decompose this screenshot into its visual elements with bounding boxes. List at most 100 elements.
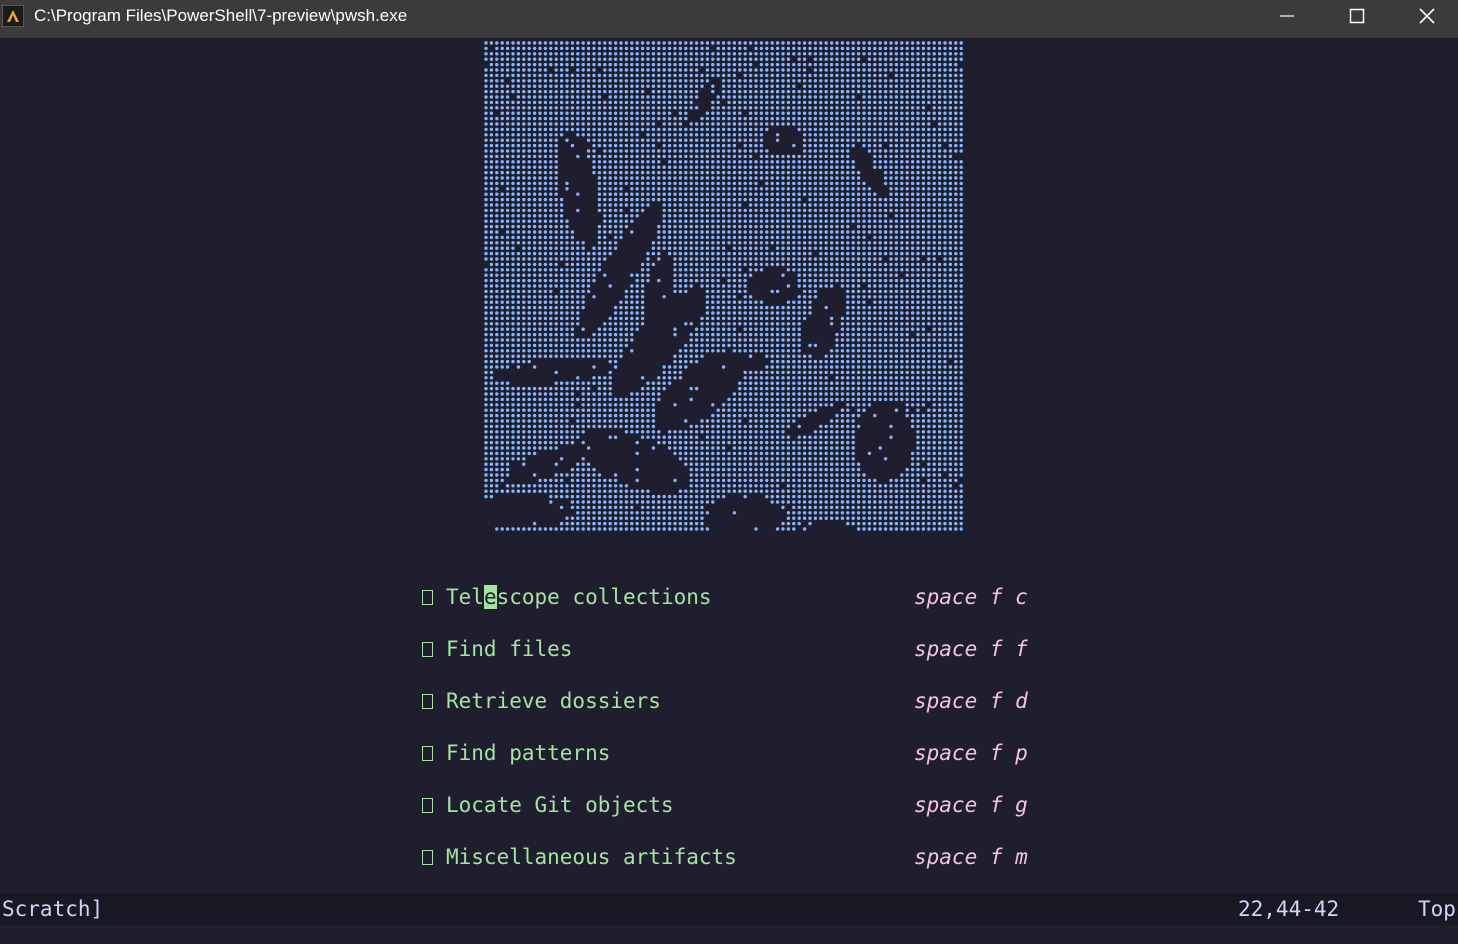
terminal-content[interactable]: Telescope collections space f c Find fil… [0,38,1458,944]
art-dot [916,62,920,67]
art-dot [954,230,958,234]
art-dot [824,208,828,213]
art-dot [883,354,888,358]
art-dot [792,170,796,175]
art-dot [775,338,780,342]
art-dot [802,68,807,72]
art-dot [678,203,683,207]
art-dot [878,235,882,240]
art-dot [527,79,531,83]
art-dot [592,251,596,256]
art-dot [505,208,510,213]
minimize-button[interactable] [1252,0,1322,32]
art-dot [667,381,672,385]
art-dot [921,241,926,245]
art-dot [770,57,774,61]
art-dot [505,343,510,348]
art-dot [738,89,742,94]
art-dot [786,111,791,115]
art-dot [867,251,872,256]
art-dot [808,386,812,391]
art-dot [846,241,850,245]
art-dot [862,338,866,342]
art-dot [678,165,683,169]
art-dot [673,154,677,159]
art-dot [883,262,888,267]
art-dot [489,268,494,272]
art-dot [910,203,915,207]
art-dot [878,354,882,358]
art-dot [846,327,850,331]
art-dot [505,192,510,196]
art-dot [721,187,726,191]
art-dot [808,262,812,267]
art-dot [667,57,672,61]
art-dot [505,62,510,67]
art-dot [759,381,764,385]
art-dot [921,214,926,218]
art-dot [905,332,909,337]
art-dot [937,95,942,99]
art-dot [840,73,845,78]
art-dot [516,386,521,391]
art-dot [630,327,634,331]
art-dot [554,332,558,337]
art-dot [511,149,515,153]
art-dot [505,354,510,358]
art-dot [689,95,693,99]
art-dot [705,289,710,294]
art-dot [813,230,818,234]
art-dot [543,273,548,277]
art-dot [711,116,715,121]
art-dot [900,316,904,321]
art-dot [516,41,521,45]
art-dot [948,149,953,153]
art-dot [581,386,585,391]
art-dot [873,338,877,342]
art-dot [511,73,515,78]
maximize-button[interactable] [1322,0,1392,32]
art-dot [640,73,645,78]
art-dot [673,268,677,272]
art-dot [846,116,850,121]
art-dot [711,235,715,240]
art-dot [597,154,602,159]
art-dot [705,187,710,191]
art-dot [732,84,737,88]
art-dot [781,165,785,169]
art-dot [770,170,774,175]
art-dot [937,381,942,385]
art-dot [511,224,515,229]
art-dot [727,122,731,126]
art-dot [500,170,504,175]
close-button[interactable] [1392,0,1458,32]
art-dot [873,46,877,51]
art-dot [511,284,515,288]
art-dot [775,122,780,126]
art-dot [500,322,504,326]
art-dot [954,284,958,288]
art-dot [932,370,936,375]
art-dot [732,322,737,326]
art-dot [732,57,737,61]
art-dot [657,133,661,137]
art-dot [905,133,909,137]
art-dot [721,305,726,310]
art-dot [608,241,612,245]
art-dot [667,52,672,56]
art-dot [603,197,607,202]
art-dot [948,349,953,353]
art-dot [840,106,845,110]
art-dot [792,251,796,256]
art-dot [538,106,542,110]
art-dot [559,122,564,126]
art-dot [716,154,720,159]
art-dot [689,359,693,364]
art-dot [689,349,693,353]
art-dot [554,170,558,175]
art-dot [657,251,661,256]
art-dot [867,84,872,88]
art-dot [916,289,920,294]
title-bar[interactable]: C:\Program Files\PowerShell\7-preview\pw… [0,0,1458,38]
art-dot [489,332,494,337]
